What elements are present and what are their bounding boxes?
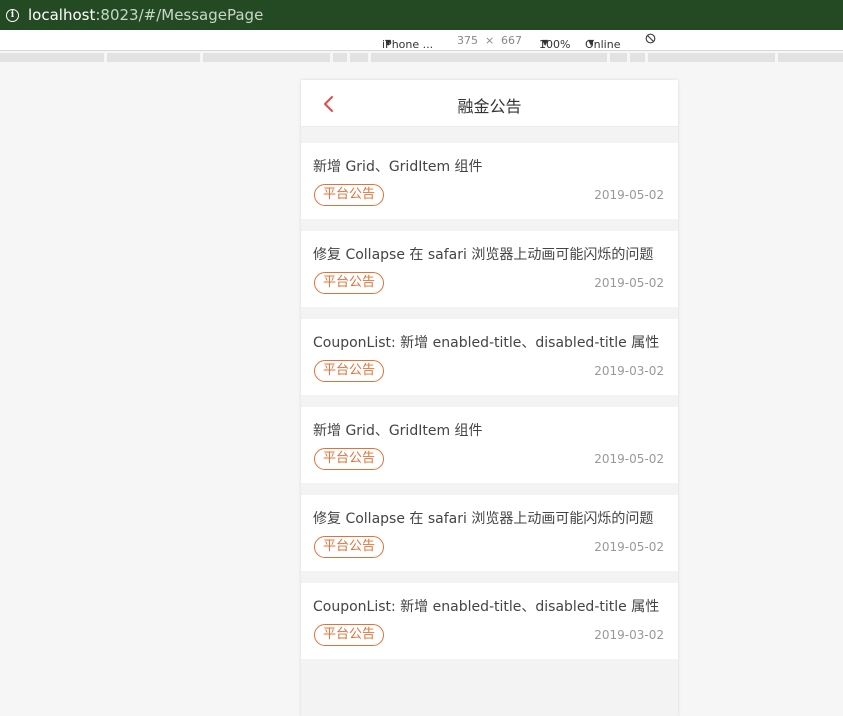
notice-tag: 平台公告 xyxy=(314,184,385,206)
url-host: localhost xyxy=(28,6,96,24)
notice-title: 新增 Grid、GridItem 组件 xyxy=(313,159,483,175)
ruler-segment xyxy=(371,53,607,62)
chevron-down-icon: ▼ xyxy=(588,38,595,47)
ruler-segment xyxy=(778,53,843,62)
notice-title: 修复 Collapse 在 safari 浏览器上动画可能闪烁的问题 xyxy=(313,511,654,527)
notice-tag: 平台公告 xyxy=(314,448,385,470)
notice-title: CouponList: 新增 enabled-title、disabled-ti… xyxy=(313,335,660,351)
notice-date: 2019-03-02 xyxy=(594,364,664,378)
dimension-separator: × xyxy=(485,34,495,47)
notice-item[interactable]: CouponList: 新增 enabled-title、disabled-ti… xyxy=(301,319,678,395)
notice-date: 2019-05-02 xyxy=(594,188,664,202)
notice-title: CouponList: 新增 enabled-title、disabled-ti… xyxy=(313,599,660,615)
ruler-segment xyxy=(630,53,645,62)
mobile-viewport: 融金公告 新增 Grid、GridItem 组件 平台公告 2019-05-02… xyxy=(301,80,678,716)
notice-date: 2019-05-02 xyxy=(594,540,664,554)
ruler-segment xyxy=(333,53,347,62)
notice-item[interactable]: 新增 Grid、GridItem 组件 平台公告 2019-05-02 xyxy=(301,407,678,483)
notice-title: 修复 Collapse 在 safari 浏览器上动画可能闪烁的问题 xyxy=(313,247,654,263)
viewport-width[interactable]: 375 xyxy=(457,34,478,47)
device-toolbar: iPhone ... ▼ 375 × 667 100% ▼ Online ▼ xyxy=(0,30,843,51)
notice-list: 新增 Grid、GridItem 组件 平台公告 2019-05-02 修复 C… xyxy=(301,143,678,671)
nav-bar: 融金公告 xyxy=(301,80,678,127)
ruler-segment xyxy=(350,53,368,62)
chevron-down-icon: ▼ xyxy=(542,38,549,47)
notice-title: 新增 Grid、GridItem 组件 xyxy=(313,423,483,439)
notice-date: 2019-05-02 xyxy=(594,276,664,290)
rotate-icon[interactable] xyxy=(645,33,656,47)
ruler-segment xyxy=(107,53,200,62)
notice-item[interactable]: CouponList: 新增 enabled-title、disabled-ti… xyxy=(301,583,678,659)
ruler-segment xyxy=(648,53,775,62)
page-title: 融金公告 xyxy=(457,97,522,116)
notice-tag: 平台公告 xyxy=(314,272,385,294)
ruler-segment xyxy=(0,53,104,62)
ruler-segment xyxy=(203,53,330,62)
media-query-ruler xyxy=(0,52,843,63)
notice-date: 2019-03-02 xyxy=(594,628,664,642)
chevron-down-icon: ▼ xyxy=(385,38,392,47)
address-bar[interactable]: i localhost:8023/#/MessagePage xyxy=(0,0,843,30)
notice-item[interactable]: 修复 Collapse 在 safari 浏览器上动画可能闪烁的问题 平台公告 … xyxy=(301,495,678,571)
info-icon[interactable]: i xyxy=(6,8,19,22)
notice-item[interactable]: 修复 Collapse 在 safari 浏览器上动画可能闪烁的问题 平台公告 … xyxy=(301,231,678,307)
notice-tag: 平台公告 xyxy=(314,536,385,558)
notice-item[interactable]: 新增 Grid、GridItem 组件 平台公告 2019-05-02 xyxy=(301,143,678,219)
viewport-height[interactable]: 667 xyxy=(501,34,522,47)
notice-tag: 平台公告 xyxy=(314,360,385,382)
notice-tag: 平台公告 xyxy=(314,624,385,646)
notice-date: 2019-05-02 xyxy=(594,452,664,466)
url-path: :8023/#/MessagePage xyxy=(95,6,264,24)
ruler-segment xyxy=(610,53,627,62)
